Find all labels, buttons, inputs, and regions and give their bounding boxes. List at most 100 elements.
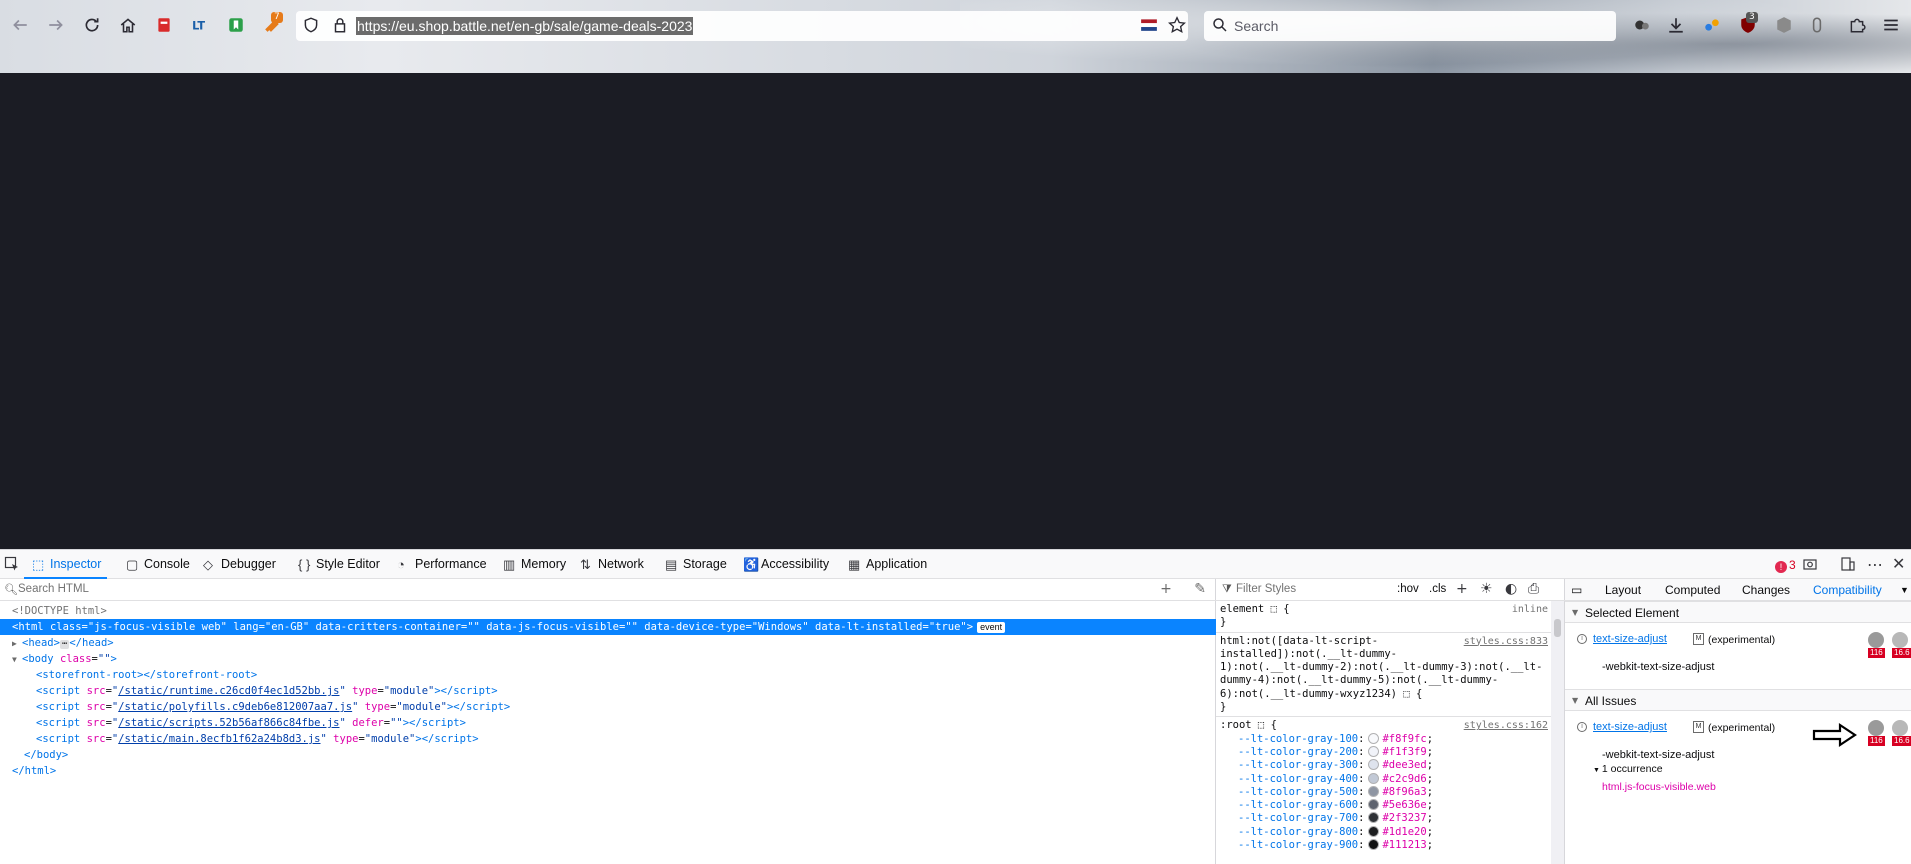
css-variable-declaration[interactable]: --lt-color-gray-600: #5e636e; [1216,799,1552,812]
occurrence-toggle[interactable]: ▼ 1 occurrence [1593,763,1663,775]
extension-button-5[interactable] [1631,14,1653,36]
extension-button-2[interactable]: LT [189,14,211,36]
language-flag[interactable] [1138,14,1160,36]
rule-source-link: styles.css:162 [1463,720,1548,732]
doctype-node[interactable]: <!DOCTYPE html> [0,603,1216,619]
close-devtools-button[interactable]: ✕ [1892,554,1905,573]
script-node[interactable]: <script src="/static/scripts.52b56af866c… [0,715,1216,731]
tab-console[interactable]: ▢ Console [124,550,190,579]
tab-accessibility[interactable]: ♿ Accessibility [741,550,829,579]
extension-button-6[interactable] [1701,14,1723,36]
tracking-protection-button[interactable] [300,14,322,36]
event-badge[interactable]: event [977,622,1006,633]
back-button[interactable] [9,14,31,36]
extension-button-1[interactable] [153,14,175,36]
tab-performance[interactable]: ◔ Performance [395,550,487,579]
tabs-overflow-icon[interactable]: ▼ [1900,585,1909,595]
html-not-selector-line[interactable]: installed]):not(.__lt-dummy- [1216,648,1552,661]
url-text[interactable]: https://eu.shop.battle.net/en-gb/sale/ga… [356,17,694,35]
extension-button-3[interactable] [225,14,247,36]
screenshot-button[interactable] [1802,556,1818,576]
html-not-selector-line[interactable]: 6):not(.__lt-dummy-wxyz1234) ⬚ { [1216,688,1552,701]
tab-compatibility[interactable]: Compatibility [1807,583,1888,603]
html-close-node[interactable]: </html> [0,763,1216,779]
tab-storage[interactable]: ▤ Storage [663,550,727,579]
selected-element-header[interactable]: ▼ Selected Element [1565,601,1911,623]
element-picker-button[interactable] [4,550,24,579]
css-variable-declaration[interactable]: --lt-color-gray-400: #c2c9d6; [1216,772,1552,786]
head-node[interactable]: ▶ <head> ⋯ </head> [0,635,1216,651]
search-icon [1213,18,1227,32]
print-media-icon[interactable]: ⎙ [1528,581,1539,597]
tab-memory[interactable]: ▥ Memory [501,550,566,579]
script-node[interactable]: <script src="/static/runtime.c26cd0f4ec1… [0,683,1216,699]
body-close-node[interactable]: </body> [0,747,1216,763]
add-rule-icon[interactable]: + [1456,581,1468,597]
reload-button[interactable] [81,14,103,36]
all-issues-header[interactable]: ▼ All Issues [1565,689,1911,711]
css-variable-declaration[interactable]: --lt-color-gray-900: #111213; [1216,839,1552,852]
dark-scheme-icon[interactable]: ◐ [1505,581,1517,597]
responsive-design-button[interactable] [1840,556,1856,576]
tab-inspector[interactable]: ⬚ Inspector [23,550,108,579]
css-variable-declaration[interactable]: --lt-color-gray-100: #f8f9fc; [1216,732,1552,746]
rules-scrollbar[interactable] [1551,601,1564,864]
network-icon: ⇅ [580,557,591,572]
expand-arrow-icon: ▼ [1593,767,1602,774]
site-info-button[interactable] [329,14,351,36]
tab-label: Performance [415,557,487,571]
filter-styles-input[interactable]: Filter Styles [1236,583,1296,595]
tab-application[interactable]: ▦ Application [846,550,927,579]
mdn-icon[interactable]: M [1693,633,1704,645]
css-variable-declaration[interactable]: --lt-color-gray-300: #dee3ed; [1216,759,1552,772]
toggle-sidebar-icon[interactable]: ▭ [1571,583,1582,597]
html-not-selector-line[interactable]: 1):not(.__lt-dummy-2):not(.__lt-dummy-3)… [1216,661,1552,674]
tab-changes[interactable]: Changes [1742,583,1790,597]
script-node[interactable]: <script src="/static/polyfills.c9deb6e81… [0,699,1216,715]
element-rule[interactable]: element ⬚ {inline [1216,603,1552,616]
storefront-node[interactable]: <storefront-root></storefront-root> [0,667,1216,683]
tab-debugger[interactable]: ◇ Debugger [201,550,276,579]
html-not-selector-line[interactable]: dummy-4):not(.__lt-dummy-5):not(.__lt-du… [1216,674,1552,687]
issue-property-link[interactable]: text-size-adjust [1593,721,1667,733]
home-button[interactable] [117,14,139,36]
scroll-thumb[interactable] [1554,619,1561,637]
browser-version: 16.6 [1892,736,1911,746]
css-variable-declaration[interactable]: --lt-color-gray-500: #8f96a3; [1216,785,1552,799]
forward-button[interactable] [45,14,67,36]
more-options-button[interactable]: ⋯ [1867,555,1883,574]
search-bar[interactable]: Search [1204,11,1616,41]
tab-style-editor[interactable]: { } Style Editor [296,550,380,579]
html-node[interactable]: <html class="js-focus-visible web" lang=… [0,619,1216,635]
responsive-icon [1841,557,1855,571]
app-menu-button[interactable] [1880,14,1902,36]
search-html-bar[interactable]: 🔍︎ Search HTML + ✎ [0,579,1216,601]
selected-element-title: Selected Element [1585,606,1680,620]
css-variable-declaration[interactable]: --lt-color-gray-200: #f1f3f9; [1216,745,1552,759]
occurrence-node-link[interactable]: html.js-focus-visible.web [1602,781,1716,793]
tab-layout[interactable]: Layout [1605,583,1641,597]
light-scheme-icon[interactable]: ☀ [1480,581,1493,597]
body-node[interactable]: ▼ <body class=""> [0,651,1216,667]
hov-toggle[interactable]: :hov [1397,583,1419,595]
tab-network[interactable]: ⇅ Network [578,550,644,579]
add-node-icon[interactable]: + [1160,581,1172,597]
mdn-icon[interactable]: M [1693,721,1704,733]
bookmark-star-button[interactable] [1166,14,1188,36]
downloads-button[interactable] [1665,14,1687,36]
css-variable-declaration[interactable]: --lt-color-gray-700: #2f3237; [1216,812,1552,825]
cls-toggle[interactable]: .cls [1429,583,1446,595]
extension-button-8[interactable] [1806,14,1828,36]
search-html-input[interactable]: Search HTML [18,583,89,595]
css-variable-declaration[interactable]: --lt-color-gray-800: #1d1e20; [1216,825,1552,839]
error-count-badge[interactable]: ! 3 [1775,558,1796,573]
extension-button-7[interactable] [1773,14,1795,36]
eyedropper-icon[interactable]: ✎ [1194,581,1206,597]
root-rule[interactable]: :root ⬚ {styles.css:162 [1216,719,1552,732]
page-viewport[interactable] [0,73,1911,549]
extensions-button[interactable] [1846,14,1868,36]
issue-property-link[interactable]: text-size-adjust [1593,633,1667,645]
html-not-selector-line[interactable]: html:not([data-lt-script-styles.css:833 [1216,635,1552,648]
script-node[interactable]: <script src="/static/main.8ecfb1f62a24b8… [0,731,1216,747]
tab-computed[interactable]: Computed [1665,583,1720,597]
